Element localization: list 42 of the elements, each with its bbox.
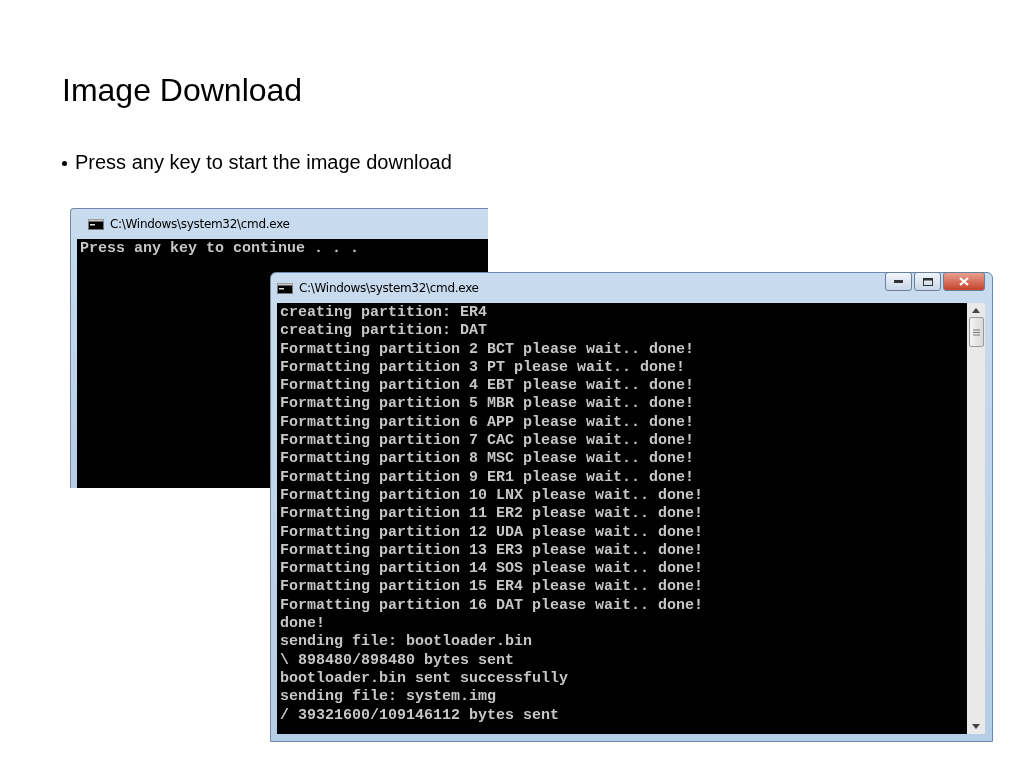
minimize-button[interactable] (885, 272, 912, 291)
console-line: Formatting partition 4 EBT please wait.. done! (280, 377, 696, 396)
close-icon (959, 277, 969, 286)
console-line: Formatting partition 9 ER1 please wait.. done! (280, 468, 696, 487)
slide-title: Image Download (62, 71, 304, 110)
bullet-icon (62, 161, 67, 166)
console-line: Formatting partition 3 PT please wait.. done! (280, 358, 687, 378)
grip-icon (972, 328, 980, 336)
console-line: / 39321600/109146112 bytes sent (280, 706, 561, 725)
console-line: Formatting partition 7 CAC please wait.. done! (280, 432, 696, 451)
console-line: Formatting partition 8 MSC please wait.. done! (280, 450, 696, 469)
console-line: creating partition: DAT (280, 322, 489, 341)
console-line: Press any key to continue . . . (80, 240, 361, 259)
console-line: bootloader.bin sent successfully (280, 669, 570, 689)
console-line: Formatting partition 13 ER3 please wait.. done! (280, 541, 705, 561)
console-line: \ 898480/898480 bytes sent (280, 651, 516, 670)
console-line: Formatting partition 5 MBR please wait.. done! (280, 395, 696, 414)
window-title: C:\Windows\system32\cmd.exe (299, 281, 479, 295)
console-line: Formatting partition 6 APP please wait.. done! (280, 413, 696, 433)
console-line: Formatting partition 12 UDA please wait.. done! (280, 523, 705, 542)
console-line: Formatting partition 11 ER2 please wait.. done! (280, 505, 705, 524)
bullet-text: Press any key to start the image download (75, 150, 452, 174)
maximize-icon (922, 277, 933, 286)
console-icon (88, 218, 104, 230)
console-line: creating partition: ER4 (280, 304, 489, 323)
scroll-thumb[interactable] (968, 317, 984, 347)
console-line: sending file: system.img (280, 688, 498, 707)
console-line: done! (280, 615, 326, 634)
maximize-button[interactable] (914, 272, 941, 291)
window-title: C:\Windows\system32\cmd.exe (110, 217, 290, 231)
scroll-up-icon[interactable] (972, 308, 980, 313)
console-line: Formatting partition 16 DAT please wait.. done! (280, 596, 705, 616)
console-line: Formatting partition 2 BCT please wait.. done! (280, 340, 696, 359)
console-line: sending file: bootloader.bin (280, 633, 534, 652)
console-line: Formatting partition 15 ER4 please wait.. done! (280, 578, 705, 597)
minimize-icon (894, 280, 903, 283)
console-line: Formatting partition 10 LNX please wait.. done! (280, 486, 705, 506)
console-line: Formatting partition 14 SOS please wait.. done! (280, 560, 705, 579)
scrollbar[interactable] (967, 303, 985, 734)
close-button[interactable] (943, 272, 985, 291)
console-icon (277, 282, 293, 294)
scroll-down-icon[interactable] (972, 724, 980, 729)
